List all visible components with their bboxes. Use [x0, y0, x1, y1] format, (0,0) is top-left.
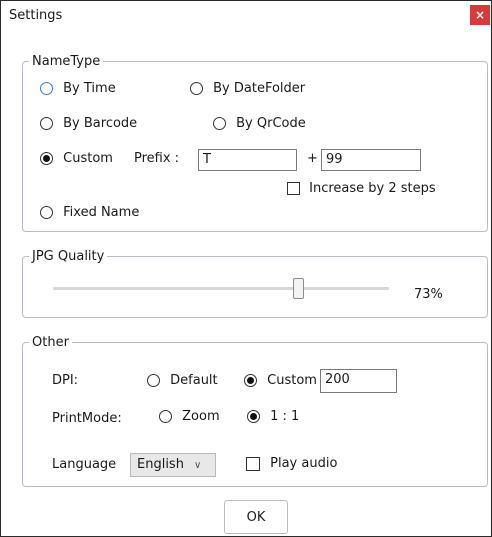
- checkbox-box: [287, 182, 300, 195]
- window-title: Settings: [9, 8, 63, 23]
- jpg-quality-group: JPG Quality: [22, 249, 488, 318]
- play-audio-label: Play audio: [270, 456, 338, 471]
- radio-custom[interactable]: Custom: [40, 151, 113, 166]
- radio-by-qrcode-label: By QrCode: [236, 116, 306, 131]
- prefix-input[interactable]: T: [198, 149, 297, 171]
- radio-dpi-default[interactable]: Default: [147, 373, 218, 388]
- chevron-down-icon: ∨: [193, 460, 202, 471]
- prefix-label: Prefix :: [134, 151, 180, 166]
- radio-circle: [213, 117, 226, 130]
- radio-fixed-name-label: Fixed Name: [63, 205, 140, 220]
- radio-by-time[interactable]: By Time: [40, 81, 116, 96]
- radio-by-time-label: By Time: [63, 81, 116, 96]
- jpg-quality-legend: JPG Quality: [32, 249, 105, 264]
- settings-window: Settings × NameType By Time By DateFolde…: [0, 0, 492, 537]
- checkbox-box: [246, 456, 260, 471]
- radio-custom-label: Custom: [63, 151, 113, 166]
- language-select-value: English: [137, 457, 184, 472]
- radio-by-barcode-label: By Barcode: [63, 116, 138, 131]
- ok-button-label: OK: [246, 509, 266, 525]
- close-icon: ×: [474, 8, 486, 22]
- plus-label: +: [307, 151, 318, 166]
- radio-printmode-zoom[interactable]: Zoom: [159, 409, 220, 424]
- play-audio-checkbox[interactable]: Play audio: [246, 456, 337, 471]
- radio-circle: [40, 206, 53, 219]
- increase-label: Increase by 2 steps: [309, 181, 436, 196]
- increase-checkbox[interactable]: Increase by 2 steps: [287, 181, 436, 196]
- radio-by-datefolder-label: By DateFolder: [213, 81, 306, 96]
- other-legend: Other: [32, 335, 69, 350]
- quality-slider-thumb[interactable]: [293, 278, 304, 299]
- radio-by-barcode[interactable]: By Barcode: [40, 116, 137, 131]
- radio-fixed-name[interactable]: Fixed Name: [40, 205, 139, 220]
- radio-circle: [190, 82, 203, 95]
- number-input[interactable]: 99: [321, 149, 421, 171]
- language-select[interactable]: English ∨: [130, 453, 216, 477]
- radio-circle: [40, 82, 53, 95]
- radio-printmode-one-label: 1 : 1: [270, 409, 300, 424]
- dpi-input[interactable]: 200: [320, 369, 397, 393]
- language-label: Language: [52, 457, 117, 472]
- radio-dpi-default-label: Default: [170, 373, 218, 388]
- radio-printmode-one[interactable]: 1 : 1: [247, 409, 299, 424]
- ok-button[interactable]: OK: [224, 500, 288, 534]
- radio-by-qrcode[interactable]: By QrCode: [213, 116, 306, 131]
- radio-dpi-custom[interactable]: Custom: [244, 373, 317, 388]
- dpi-label: DPI:: [52, 373, 79, 388]
- radio-circle-checked: [247, 410, 260, 423]
- printmode-label: PrintMode:: [52, 411, 122, 426]
- quality-value: 73%: [414, 287, 443, 302]
- nametype-legend: NameType: [32, 54, 101, 69]
- radio-by-datefolder[interactable]: By DateFolder: [190, 81, 305, 96]
- radio-circle: [40, 117, 53, 130]
- radio-circle: [147, 374, 160, 387]
- radio-circle: [159, 410, 172, 423]
- radio-circle-checked: [244, 374, 257, 387]
- radio-circle-checked: [40, 152, 53, 165]
- quality-slider-track[interactable]: [53, 287, 389, 290]
- title-bar: Settings ×: [1, 1, 491, 31]
- radio-printmode-zoom-label: Zoom: [182, 409, 220, 424]
- radio-dpi-custom-label: Custom: [267, 373, 317, 388]
- close-button[interactable]: ×: [470, 5, 490, 25]
